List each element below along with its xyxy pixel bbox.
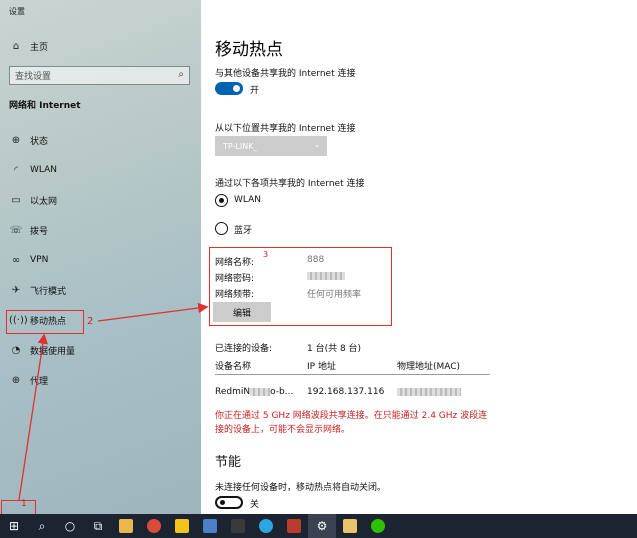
taskbar-app-1[interactable] xyxy=(168,514,196,538)
device-name-suffix: o-b... xyxy=(270,387,294,397)
taskbar-app-5[interactable] xyxy=(336,514,364,538)
sidebar-item-label: 以太网 xyxy=(30,196,58,207)
sidebar-item-airplane[interactable]: ✈ 飞行模式 xyxy=(9,282,66,298)
sidebar-item-label: 数据使用量 xyxy=(30,346,76,357)
sidebar-item-label: 飞行模式 xyxy=(30,286,67,297)
taskbar-task-view[interactable]: ⧉ xyxy=(84,514,112,538)
search-icon: ⌕ xyxy=(38,518,46,533)
share-toggle[interactable] xyxy=(215,82,243,95)
globe-icon: ⊕ xyxy=(11,134,21,146)
sidebar-item-label: 状态 xyxy=(30,136,49,147)
app-icon xyxy=(343,519,357,533)
radio-bluetooth-label: 蓝牙 xyxy=(234,226,253,236)
sidebar-item-label: 拨号 xyxy=(30,226,49,237)
radio-bluetooth[interactable] xyxy=(215,222,228,235)
device-mac xyxy=(397,387,461,397)
power-title: 节能 xyxy=(215,455,242,470)
taskbar-app-3[interactable] xyxy=(224,514,252,538)
home-icon: ⌂ xyxy=(12,40,20,52)
col-device-name: 设备名称 xyxy=(215,362,252,372)
taskbar-settings[interactable]: ⚙ xyxy=(308,514,336,538)
share-from-value: TP-LINK_ xyxy=(223,141,258,151)
sidebar-item-status[interactable]: ⊕ 状态 xyxy=(9,132,48,148)
taskbar-app-2[interactable] xyxy=(196,514,224,538)
power-desc: 未连接任何设备时，移动热点将自动关闭。 xyxy=(215,483,387,493)
annotation-2: 2 xyxy=(87,316,94,327)
annotation-1: 1 xyxy=(21,499,27,509)
wechat-icon xyxy=(371,519,385,533)
app-icon xyxy=(175,519,189,533)
share-from-dropdown[interactable]: TP-LINK_ ⌄ xyxy=(215,136,327,156)
start-button[interactable]: ⊞ xyxy=(0,514,28,538)
data-usage-icon: ◔ xyxy=(11,344,21,356)
redacted-mac xyxy=(397,387,461,396)
taskbar-telegram[interactable] xyxy=(252,514,280,538)
taskbar-cortana[interactable]: ○ xyxy=(56,514,84,538)
gear-icon: ⚙ xyxy=(316,519,328,533)
app-icon xyxy=(231,519,245,533)
wifi-icon: ◜ xyxy=(14,164,18,176)
sidebar-home-label: 主页 xyxy=(30,42,49,53)
share-over-label: 通过以下各项共享我的 Internet 连接 xyxy=(215,179,365,189)
windows-icon: ⊞ xyxy=(8,519,20,533)
device-name-prefix: RedmiN xyxy=(215,387,251,397)
page-title: 移动热点 xyxy=(215,40,283,60)
table-divider xyxy=(215,374,490,375)
redacted-device-name xyxy=(250,387,271,396)
col-ip: IP 地址 xyxy=(307,362,336,372)
window-title: 设置 xyxy=(9,7,25,16)
taskbar-explorer[interactable] xyxy=(112,514,140,538)
sidebar-item-label: 代理 xyxy=(30,376,49,387)
app-icon xyxy=(203,519,217,533)
sidebar-item-dialup[interactable]: ☏ 拨号 xyxy=(9,222,48,238)
annotation-3: 3 xyxy=(263,250,269,259)
taskbar: ⊞ ⌕ ○ ⧉ ⚙ xyxy=(0,514,637,538)
power-toggle-state: 关 xyxy=(250,500,260,510)
sidebar-item-vpn[interactable]: ∞ VPN xyxy=(9,252,49,268)
ethernet-icon: ▭ xyxy=(11,194,21,206)
sidebar-item-proxy[interactable]: ⊕ 代理 xyxy=(9,372,48,388)
annotation-box-network xyxy=(209,247,392,326)
sidebar-item-label: WLAN xyxy=(30,165,58,175)
section-title: 网络和 Internet xyxy=(9,101,81,111)
search-icon: ⌕ xyxy=(178,69,184,80)
device-ip: 192.168.137.116 xyxy=(307,387,385,397)
connected-count: 1 台(共 8 台) xyxy=(307,344,362,354)
app-icon xyxy=(287,519,301,533)
annotation-box-hotspot xyxy=(6,310,84,334)
folder-icon xyxy=(119,519,133,533)
share-toggle-state: 开 xyxy=(250,86,260,96)
device-name: RedmiN o-b... xyxy=(215,387,293,397)
vpn-icon: ∞ xyxy=(11,254,21,266)
search-placeholder: 查找设置 xyxy=(15,72,52,82)
taskbar-search[interactable]: ⌕ xyxy=(28,514,56,538)
search-input[interactable]: 查找设置 ⌕ xyxy=(9,66,190,85)
airplane-icon: ✈ xyxy=(11,284,21,296)
cortana-icon: ○ xyxy=(64,519,76,533)
radio-wlan[interactable] xyxy=(215,194,228,207)
taskbar-app-4[interactable] xyxy=(280,514,308,538)
sidebar-item-ethernet[interactable]: ▭ 以太网 xyxy=(9,192,57,208)
col-mac: 物理地址(MAC) xyxy=(397,362,461,372)
chrome-icon xyxy=(147,519,161,533)
sidebar-item-wlan[interactable]: ◜ WLAN xyxy=(9,162,57,178)
taskbar-chrome[interactable] xyxy=(140,514,168,538)
telegram-icon xyxy=(259,519,273,533)
radio-wlan-label: WLAN xyxy=(234,195,262,205)
share-label: 与其他设备共享我的 Internet 连接 xyxy=(215,69,356,79)
task-view-icon: ⧉ xyxy=(93,518,103,533)
band-warning: 你正在通过 5 GHz 网络波段共享连接。在只能通过 2.4 GHz 波段连接的… xyxy=(215,411,488,435)
taskbar-wechat[interactable] xyxy=(364,514,392,538)
sidebar-home[interactable]: ⌂ 主页 xyxy=(9,38,48,54)
dialup-icon: ☏ xyxy=(9,224,23,236)
chevron-down-icon: ⌄ xyxy=(313,140,321,150)
power-toggle[interactable] xyxy=(215,496,243,509)
share-from-label: 从以下位置共享我的 Internet 连接 xyxy=(215,124,356,134)
globe-icon: ⊕ xyxy=(11,374,21,386)
sidebar-item-label: VPN xyxy=(30,255,49,265)
connected-label: 已连接的设备: xyxy=(215,344,273,354)
settings-sidebar: 设置 ⌂ 主页 查找设置 ⌕ 网络和 Internet ⊕ 状态 ◜ WLAN … xyxy=(0,0,201,514)
sidebar-item-data-usage[interactable]: ◔ 数据使用量 xyxy=(9,342,75,358)
